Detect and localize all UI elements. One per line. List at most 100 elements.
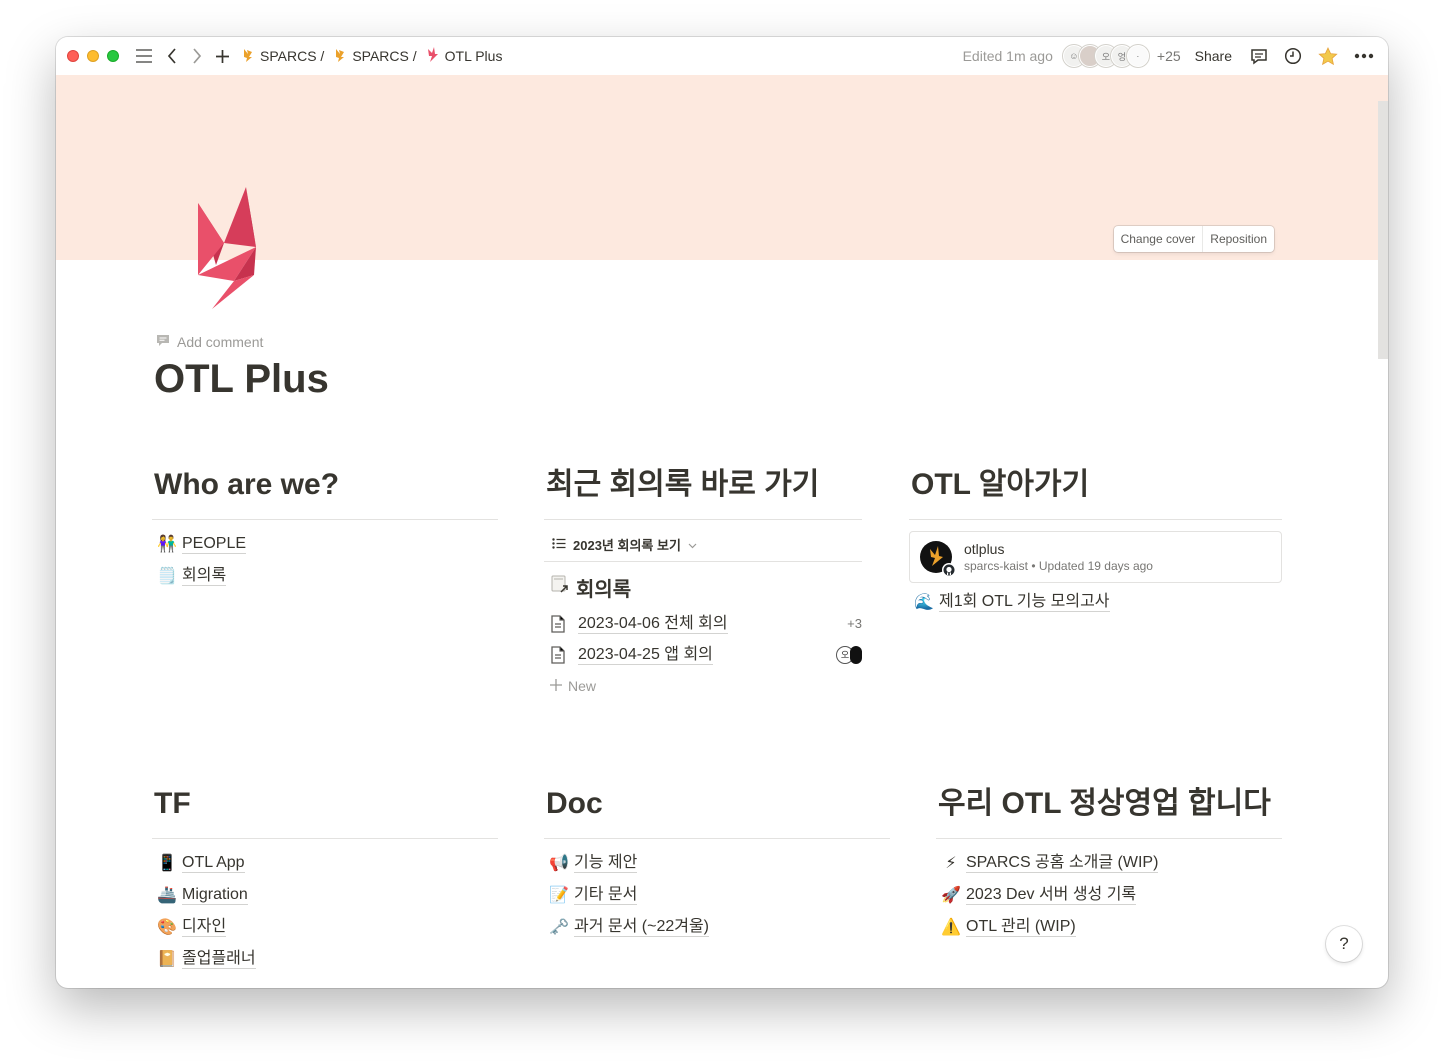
- chevron-down-icon: [688, 537, 697, 552]
- palette-emoji-icon: 🎨: [157, 919, 177, 936]
- more-options-icon[interactable]: [1354, 53, 1374, 59]
- page-link-otl-app[interactable]: 📱 OTL App: [152, 847, 498, 879]
- new-row-button[interactable]: New: [544, 670, 862, 702]
- divider: [152, 519, 498, 520]
- sparcs-logo-icon: [334, 48, 346, 65]
- page-link-label: SPARCS 공홈 소개글 (WIP): [966, 854, 1159, 873]
- scrollbar[interactable]: [1378, 101, 1388, 359]
- add-comment-button[interactable]: Add comment: [156, 334, 263, 350]
- page-link-mock-exam[interactable]: 🌊 제1회 OTL 기능 모의고사: [909, 586, 1282, 618]
- close-window-button[interactable]: [67, 50, 79, 62]
- breadcrumb-label: SPARCS /: [260, 48, 325, 64]
- zoom-window-button[interactable]: [107, 50, 119, 62]
- reposition-button[interactable]: Reposition: [1202, 226, 1274, 252]
- breadcrumb-item-sparcs-1[interactable]: SPARCS /: [240, 48, 326, 65]
- page-link-sparcs-homepage-intro[interactable]: ⚡ SPARCS 공홈 소개글 (WIP): [936, 847, 1282, 879]
- forward-arrow-icon[interactable]: [192, 48, 202, 64]
- otl-page-icon[interactable]: [194, 185, 260, 311]
- page-link-label: Migration: [182, 886, 248, 905]
- section-heading: 최근 회의록 바로 가기: [546, 468, 820, 501]
- section-tf: TF 📱 OTL App 🚢 Migration 🎨 디자인 📔 졸업플래너: [152, 784, 498, 975]
- repo-avatar: [920, 541, 956, 577]
- wave-emoji-icon: 🌊: [914, 594, 934, 611]
- divider: [544, 519, 862, 520]
- database-row[interactable]: 2023-04-25 앱 회의 오: [544, 639, 862, 670]
- page-link-dev-server-log[interactable]: 🚀 2023 Dev 서버 생성 기록: [936, 879, 1282, 911]
- avatar: ·: [1126, 45, 1149, 67]
- view-label: 2023년 회의록 보기: [573, 537, 681, 553]
- page-link-otl-management[interactable]: ⚠️ OTL 관리 (WIP): [936, 911, 1282, 943]
- change-cover-button[interactable]: Change cover: [1114, 226, 1203, 252]
- breadcrumb-item-sparcs-2[interactable]: SPARCS /: [332, 48, 418, 65]
- section-heading: OTL 알아가기: [911, 468, 1090, 501]
- breadcrumb: SPARCS / SPARCS / OTL Plus: [240, 47, 504, 65]
- window-controls: [67, 50, 119, 62]
- new-page-plus-icon[interactable]: [215, 49, 230, 64]
- divider: [544, 561, 862, 562]
- repo-name: otlplus: [964, 541, 1005, 557]
- lightning-emoji-icon: ⚡: [945, 855, 957, 872]
- page-link-label: 과거 문서 (~22겨울): [574, 918, 710, 937]
- github-icon: [942, 563, 956, 577]
- divider: [544, 838, 890, 839]
- row-participants-count: +3: [847, 616, 862, 631]
- page-link-label: 2023 Dev 서버 생성 기록: [966, 886, 1137, 905]
- comments-icon[interactable]: [1250, 48, 1268, 65]
- breadcrumb-label: SPARCS /: [352, 48, 417, 64]
- section-heading: Who are we?: [154, 468, 340, 501]
- page-link-label: 기능 제안: [574, 854, 638, 873]
- document-icon: [550, 614, 570, 633]
- section-learn-otl: OTL 알아가기 otlplus sparcs-kaist • Updated …: [909, 465, 1282, 618]
- database-row[interactable]: 2023-04-06 전체 회의 +3: [544, 608, 862, 639]
- divider: [936, 838, 1282, 839]
- key-emoji-icon: 🗝️: [549, 919, 569, 936]
- github-embed-card[interactable]: otlplus sparcs-kaist • Updated 19 days a…: [909, 531, 1282, 583]
- favorite-star-icon[interactable]: [1318, 46, 1338, 66]
- sidebar-menu-icon[interactable]: [135, 49, 153, 63]
- row-title: 2023-04-25 앱 회의: [578, 645, 713, 665]
- page-link-label: 졸업플래너: [182, 950, 256, 969]
- clock-history-icon[interactable]: [1284, 47, 1302, 65]
- comment-icon: [156, 334, 170, 350]
- page-link-feature-request[interactable]: 📢 기능 제안: [544, 847, 890, 879]
- page-link-other-docs[interactable]: 📝 기타 문서: [544, 879, 890, 911]
- database-title[interactable]: 회의록: [544, 570, 862, 604]
- section-doc: Doc 📢 기능 제안 📝 기타 문서 🗝️ 과거 문서 (~22겨울): [544, 784, 890, 943]
- list-view-icon: [552, 537, 566, 552]
- breadcrumb-item-otl-plus[interactable]: OTL Plus: [425, 47, 505, 65]
- plus-icon: [550, 678, 562, 694]
- page-link-graduation-planner[interactable]: 📔 졸업플래너: [152, 943, 498, 975]
- collaborator-avatars[interactable]: ☺ 오 엉 ·: [1062, 45, 1149, 67]
- repo-info: otlplus sparcs-kaist • Updated 19 days a…: [964, 541, 1153, 573]
- divider: [152, 838, 498, 839]
- notepad-emoji-icon: 🗒️: [157, 568, 177, 585]
- section-recent-minutes: 최근 회의록 바로 가기 2023년 회의록 보기 회의록 2023-04-06…: [544, 465, 862, 702]
- page-link-migration[interactable]: 🚢 Migration: [152, 879, 498, 911]
- minimize-window-button[interactable]: [87, 50, 99, 62]
- section-otl-operations: 우리 OTL 정상영업 합니다 ⚡ SPARCS 공홈 소개글 (WIP) 🚀 …: [936, 784, 1282, 943]
- page-link-minutes[interactable]: 🗒️ 회의록: [152, 560, 498, 592]
- more-collaborators-count[interactable]: +25: [1157, 48, 1181, 64]
- section-heading: TF: [154, 787, 191, 820]
- section-who-are-we: Who are we? 👫 PEOPLE 🗒️ 회의록: [152, 465, 498, 592]
- repo-meta: sparcs-kaist • Updated 19 days ago: [964, 559, 1153, 573]
- divider: [909, 519, 1282, 520]
- rocket-emoji-icon: 🚀: [941, 887, 961, 904]
- help-button[interactable]: ?: [1326, 926, 1362, 962]
- section-heading: 우리 OTL 정상영업 합니다: [938, 787, 1271, 820]
- page-link-design[interactable]: 🎨 디자인: [152, 911, 498, 943]
- cover-controls: Change cover Reposition: [1113, 226, 1274, 252]
- page-link-label: OTL App: [182, 854, 245, 873]
- database-view-selector[interactable]: 2023년 회의록 보기: [544, 528, 862, 560]
- page-link-past-docs[interactable]: 🗝️ 과거 문서 (~22겨울): [544, 911, 890, 943]
- topbar-actions: Edited 1m ago ☺ 오 엉 · +25 Share: [963, 37, 1374, 75]
- megaphone-emoji-icon: 📢: [549, 855, 569, 872]
- app-window: SPARCS / SPARCS / OTL Plus Edited 1m ago…: [56, 37, 1388, 988]
- page-link-people[interactable]: 👫 PEOPLE: [152, 528, 498, 560]
- page-link-label: 디자인: [182, 918, 227, 937]
- page-title[interactable]: OTL Plus: [154, 357, 329, 402]
- titlebar: SPARCS / SPARCS / OTL Plus Edited 1m ago…: [56, 37, 1388, 75]
- page-link-label: PEOPLE: [182, 535, 247, 554]
- share-button[interactable]: Share: [1195, 48, 1232, 64]
- back-arrow-icon[interactable]: [167, 48, 177, 64]
